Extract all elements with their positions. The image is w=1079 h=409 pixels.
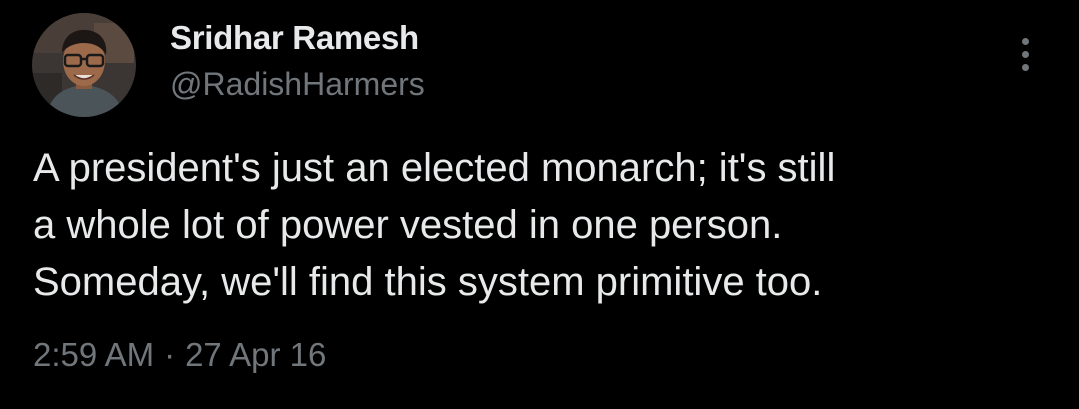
tweet-text-line: a whole lot of power vested in one perso… bbox=[33, 203, 783, 247]
tweet-date: 27 Apr 16 bbox=[185, 336, 327, 373]
tweet-text: A president's just an elected monarch; i… bbox=[33, 140, 1043, 311]
meta-separator: · bbox=[164, 336, 176, 373]
tweet-timestamp[interactable]: 2:59 AM · 27 Apr 16 bbox=[33, 336, 326, 374]
more-options-icon[interactable] bbox=[1008, 30, 1044, 78]
tweet-text-line: Someday, we'll find this system primitiv… bbox=[33, 260, 823, 304]
tweet-card: Sridhar Ramesh @RadishHarmers A presiden… bbox=[0, 0, 1079, 409]
tweet-time: 2:59 AM bbox=[33, 336, 155, 373]
author-name[interactable]: Sridhar Ramesh bbox=[170, 19, 419, 57]
author-handle[interactable]: @RadishHarmers bbox=[170, 66, 425, 103]
profile-photo-icon bbox=[32, 13, 136, 117]
avatar[interactable] bbox=[32, 13, 136, 117]
tweet-text-line: A president's just an elected monarch; i… bbox=[33, 146, 836, 190]
